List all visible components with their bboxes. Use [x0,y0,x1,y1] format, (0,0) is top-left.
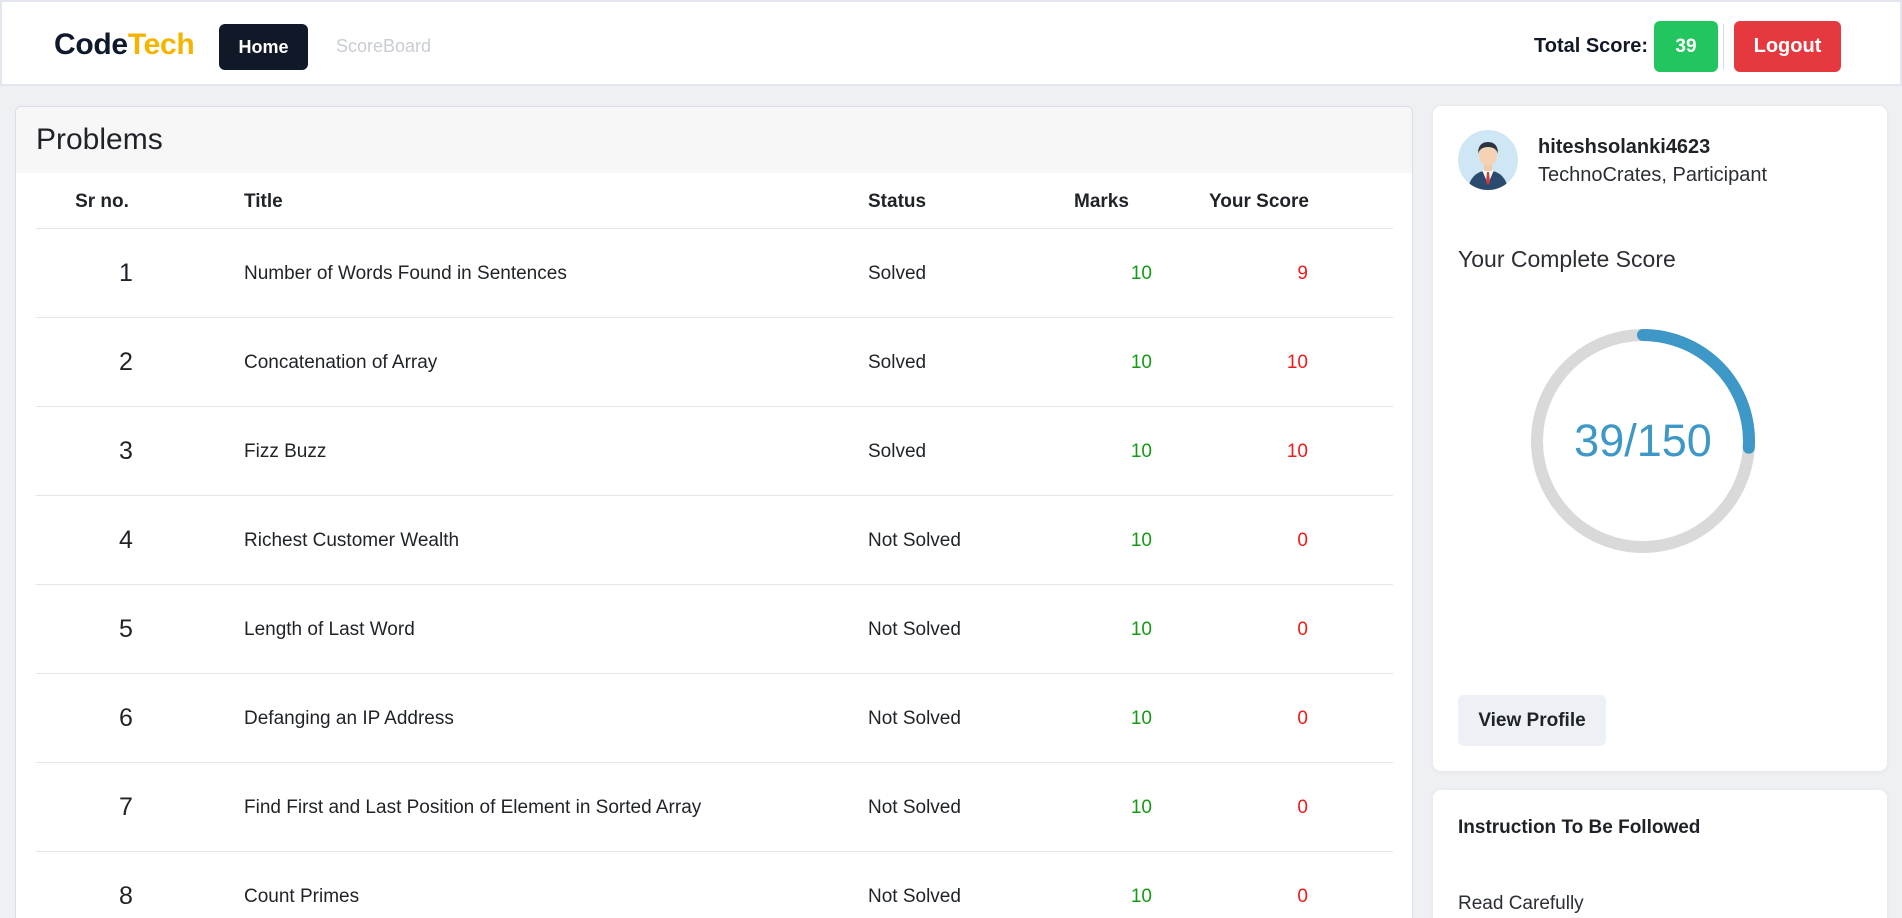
row-sr-no: 6 [119,704,133,732]
row-status: Solved [868,441,927,462]
row-sr-no: 7 [119,793,133,821]
row-your-score: 0 [1297,619,1308,640]
row-status: Not Solved [868,886,961,907]
profile-username: hiteshsolanki4623 [1538,136,1711,158]
row-sr-no: 8 [119,882,133,910]
column-header-your-score: Your Score [1209,191,1309,212]
row-problem-title[interactable]: Find First and Last Position of Element … [244,797,701,819]
column-header-marks: Marks [1074,191,1129,212]
brand-logo[interactable]: Code Tech [54,28,195,62]
nav-scoreboard-link[interactable]: ScoreBoard [336,36,431,57]
profile-affiliation: TechnoCrates, Participant [1538,164,1768,186]
problems-title: Problems [36,123,163,156]
row-marks: 10 [1130,797,1152,818]
profile-card: hiteshsolanki4623 TechnoCrates, Particip… [1433,106,1887,771]
view-profile-button[interactable]: View Profile [1458,695,1606,746]
instructions-text: Read Carefully [1458,893,1584,914]
logout-button[interactable]: Logout [1734,21,1841,72]
table-header-row: Sr no. Title Status Marks Your Score [36,173,1393,229]
table-row[interactable]: 3 Fizz Buzz Solved 10 10 [36,407,1393,496]
nav-divider [1723,24,1724,70]
table-row[interactable]: 8 Count Primes Not Solved 10 0 [36,852,1393,918]
brand-logo-part2: Tech [127,28,195,61]
row-problem-title[interactable]: Defanging an IP Address [244,708,454,730]
table-row[interactable]: 4 Richest Customer Wealth Not Solved 10 … [36,496,1393,585]
row-problem-title[interactable]: Length of Last Word [244,619,415,641]
table-row[interactable]: 6 Defanging an IP Address Not Solved 10 … [36,674,1393,763]
row-problem-title[interactable]: Richest Customer Wealth [244,530,459,552]
row-your-score: 10 [1286,441,1308,462]
top-navbar: Code Tech Home ScoreBoard Total Score: 39… [0,0,1902,86]
row-status: Not Solved [868,708,961,729]
row-problem-title[interactable]: Count Primes [244,886,359,908]
total-score-label: Total Score: [1534,35,1649,57]
problems-card-header: Problems [16,107,1412,173]
brand-logo-part1: Code [54,28,128,61]
row-sr-no: 2 [119,348,133,376]
row-sr-no: 1 [119,259,133,287]
table-row[interactable]: 2 Concatenation of Array Solved 10 10 [36,318,1393,407]
row-problem-title[interactable]: Fizz Buzz [244,441,326,463]
problems-card: Problems Sr no. Title Status Marks Your … [15,106,1413,918]
row-your-score: 10 [1286,352,1308,373]
score-progress-text: 39/150 [1574,415,1712,466]
row-status: Not Solved [868,619,961,640]
row-problem-title[interactable]: Concatenation of Array [244,352,437,374]
row-problem-title[interactable]: Number of Words Found in Sentences [244,263,567,285]
row-marks: 10 [1130,352,1152,373]
row-sr-no: 3 [119,437,133,465]
row-sr-no: 5 [119,615,133,643]
row-marks: 10 [1130,886,1152,907]
nav-home-button[interactable]: Home [219,24,308,70]
row-your-score: 9 [1297,263,1308,284]
row-status: Not Solved [868,530,961,551]
problems-table: Sr no. Title Status Marks Your Score 1 N… [36,173,1393,918]
row-your-score: 0 [1297,708,1308,729]
table-row[interactable]: 7 Find First and Last Position of Elemen… [36,763,1393,852]
row-status: Not Solved [868,797,961,818]
row-your-score: 0 [1297,886,1308,907]
total-score-badge: 39 [1654,21,1718,72]
row-marks: 10 [1130,441,1152,462]
instructions-title: Instruction To Be Followed [1458,817,1701,838]
row-marks: 10 [1130,530,1152,551]
row-marks: 10 [1130,708,1152,729]
row-status: Solved [868,352,927,373]
row-marks: 10 [1130,263,1152,284]
user-avatar-icon [1458,130,1518,190]
table-row[interactable]: 1 Number of Words Found in Sentences Sol… [36,229,1393,318]
row-status: Solved [868,263,927,284]
row-marks: 10 [1130,619,1152,640]
table-row[interactable]: 5 Length of Last Word Not Solved 10 0 [36,585,1393,674]
complete-score-label: Your Complete Score [1458,246,1676,272]
row-your-score: 0 [1297,530,1308,551]
column-header-sr-no: Sr no. [75,191,129,212]
column-header-status: Status [868,191,927,212]
row-sr-no: 4 [119,526,133,554]
row-your-score: 0 [1297,797,1308,818]
instructions-card: Instruction To Be Followed Read Carefull… [1433,790,1887,918]
column-header-title: Title [244,191,283,212]
